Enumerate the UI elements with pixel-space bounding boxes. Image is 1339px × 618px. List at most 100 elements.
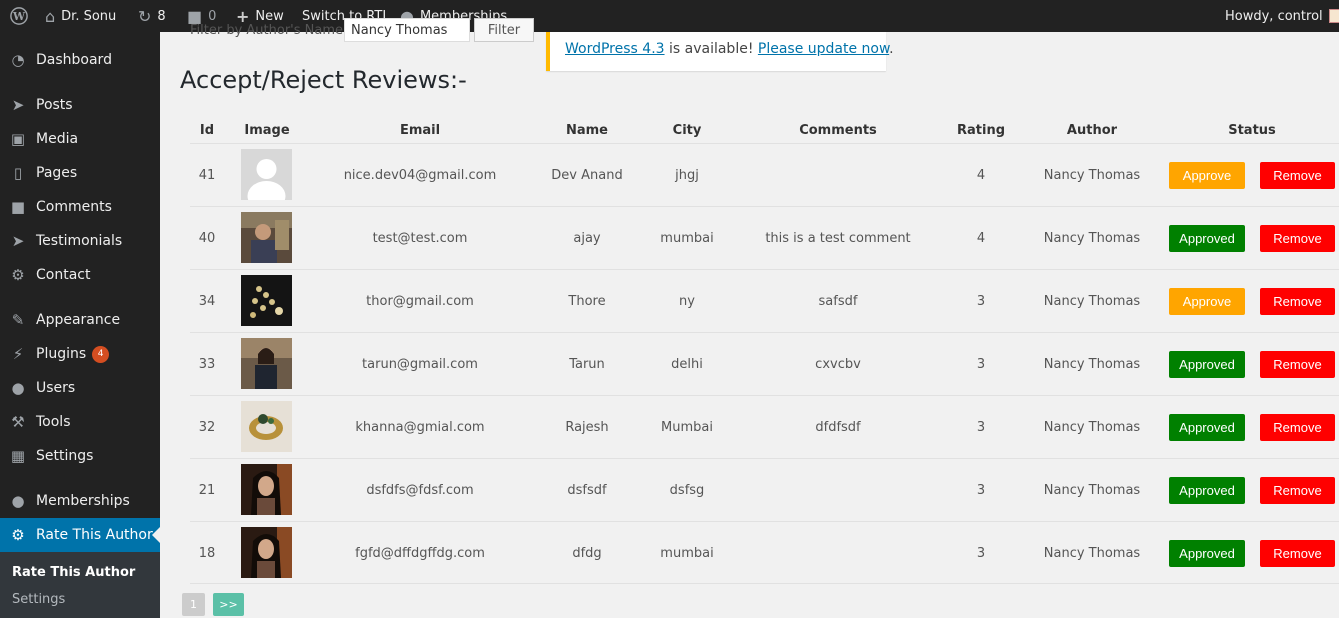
my-account-link[interactable]: Howdy, control [1225, 0, 1339, 32]
remove-button[interactable]: Remove [1260, 540, 1335, 567]
gear-icon: ⚙ [11, 526, 25, 544]
cell-comments [758, 459, 918, 522]
cell-email: thor@gmail.com [366, 294, 474, 309]
settings-icon: ▦ [10, 447, 26, 465]
pin-icon: ➤ [11, 96, 25, 114]
submenu-item-settings[interactable]: Settings [12, 592, 65, 607]
sidebar-item-plugins[interactable]: ⚡ Plugins 4 [0, 337, 160, 371]
sidebar-item-settings[interactable]: ▦ Settings [0, 439, 160, 473]
remove-button[interactable]: Remove [1260, 414, 1335, 441]
sidebar-item-comments[interactable]: ■ Comments [0, 190, 160, 224]
reviewer-image [241, 401, 292, 452]
approved-button[interactable]: Approved [1169, 351, 1245, 378]
cell-author: Nancy Thomas [1043, 420, 1141, 435]
remove-button[interactable]: Remove [1260, 477, 1335, 504]
cell-author: Nancy Thomas [1043, 231, 1141, 246]
pin-icon: ➤ [11, 232, 25, 250]
cell-comments [758, 522, 918, 585]
cell-id: 34 [198, 294, 216, 309]
site-name-link[interactable]: ⌂ Dr. Sonu [45, 0, 116, 32]
remove-button[interactable]: Remove [1260, 225, 1335, 252]
cell-id: 21 [198, 483, 216, 498]
cell-comments: this is a test comment [765, 231, 911, 246]
sidebar-item-dashboard[interactable]: ◔ Dashboard [0, 43, 160, 77]
sidebar-item-memberships[interactable]: ● Memberships [0, 484, 160, 518]
cell-name: Tarun [569, 357, 605, 372]
cell-name: Rajesh [565, 420, 609, 435]
cell-email: test@test.com [372, 231, 468, 246]
column-header-comments: Comments [799, 122, 877, 138]
sidebar-item-rate-this-author[interactable]: ⚙ Rate This Author [0, 518, 160, 552]
pagination-page-1[interactable]: 1 [182, 593, 205, 616]
new-label: New [255, 8, 284, 24]
update-now-link[interactable]: Please update now [758, 41, 889, 57]
home-icon: ⌂ [45, 6, 56, 26]
sidebar-item-appearance[interactable]: ✎ Appearance [0, 303, 160, 337]
submenu-item-rate-this-author[interactable]: Rate This Author [12, 565, 135, 580]
cell-id: 18 [198, 546, 216, 561]
site-name: Dr. Sonu [61, 8, 117, 24]
main-content: Filter by Author's Name Filter WordPress… [160, 18, 1339, 618]
cell-id: 33 [198, 357, 216, 372]
brush-icon: ✎ [11, 311, 25, 329]
cell-city: jhgj [675, 168, 699, 183]
cell-id: 41 [198, 168, 216, 183]
cell-rating: 4 [976, 231, 986, 246]
reviewer-image [241, 464, 292, 515]
remove-button[interactable]: Remove [1260, 288, 1335, 315]
remove-button[interactable]: Remove [1260, 351, 1335, 378]
approve-button[interactable]: Approve [1169, 162, 1245, 189]
cell-city: Mumbai [661, 420, 713, 435]
cell-author: Nancy Thomas [1043, 483, 1141, 498]
comments-count: 0 [208, 8, 217, 24]
filter-label: Filter by Author's Name [190, 23, 344, 38]
sidebar-item-pages[interactable]: ▯ Pages [0, 156, 160, 190]
pagination-next[interactable]: >> [213, 593, 244, 616]
table-row: 40 test@test.com ajay mumbai this is a test … [190, 206, 1339, 269]
wordpress-logo-icon[interactable]: W [10, 0, 28, 32]
sidebar-item-label: Contact [36, 267, 91, 283]
cell-city: delhi [671, 357, 703, 372]
cell-author: Nancy Thomas [1043, 546, 1141, 561]
cell-comments [758, 144, 918, 207]
plugins-update-badge: 4 [92, 345, 110, 363]
updates-count: 8 [157, 8, 166, 24]
remove-button[interactable]: Remove [1260, 162, 1335, 189]
reviewer-image [241, 275, 292, 326]
reviewer-image [241, 149, 292, 200]
page-title: Accept/Reject Reviews:- [180, 66, 467, 94]
column-header-email: Email [399, 122, 441, 138]
column-header-author: Author [1066, 122, 1118, 138]
sidebar-item-label: Comments [36, 199, 112, 215]
sidebar-item-tools[interactable]: ⚒ Tools [0, 405, 160, 439]
sidebar-item-label: Pages [36, 165, 78, 181]
wordpress-version-link[interactable]: WordPress 4.3 [565, 41, 665, 57]
author-filter-input[interactable] [344, 18, 470, 42]
cell-email: tarun@gmail.com [362, 357, 478, 372]
cell-rating: 3 [976, 294, 986, 309]
sidebar-item-users[interactable]: ● Users [0, 371, 160, 405]
cell-name: ajay [573, 231, 601, 246]
rate-this-author-submenu: Rate This Author Settings [0, 552, 160, 618]
approved-button[interactable]: Approved [1169, 225, 1245, 252]
cell-email: dsfdfs@fdsf.com [366, 483, 474, 498]
approved-button[interactable]: Approved [1169, 414, 1245, 441]
approve-button[interactable]: Approve [1169, 288, 1245, 315]
filter-button[interactable]: Filter [474, 18, 534, 42]
updates-link[interactable]: ↻ 8 [138, 0, 166, 32]
pages-icon: ▯ [13, 164, 23, 182]
notice-end: . [889, 41, 894, 57]
plugin-icon: ⚡ [12, 345, 24, 363]
sidebar-item-contact[interactable]: ⚙ Contact [0, 258, 160, 292]
sidebar-item-posts[interactable]: ➤ Posts [0, 88, 160, 122]
sidebar-item-testimonials[interactable]: ➤ Testimonials [0, 224, 160, 258]
cell-rating: 3 [976, 546, 986, 561]
sidebar-item-media[interactable]: ▣ Media [0, 122, 160, 156]
approved-button[interactable]: Approved [1169, 540, 1245, 567]
cell-email: khanna@gmial.com [355, 420, 485, 435]
approved-button[interactable]: Approved [1169, 477, 1245, 504]
cell-email: nice.dev04@gmail.com [343, 168, 497, 183]
cell-comments: safsdf [818, 294, 858, 309]
table-row: 41 nice.dev04@gmail.com Dev Anand jhgj 4 Nanc… [190, 143, 1339, 206]
column-header-city: City [672, 122, 702, 138]
